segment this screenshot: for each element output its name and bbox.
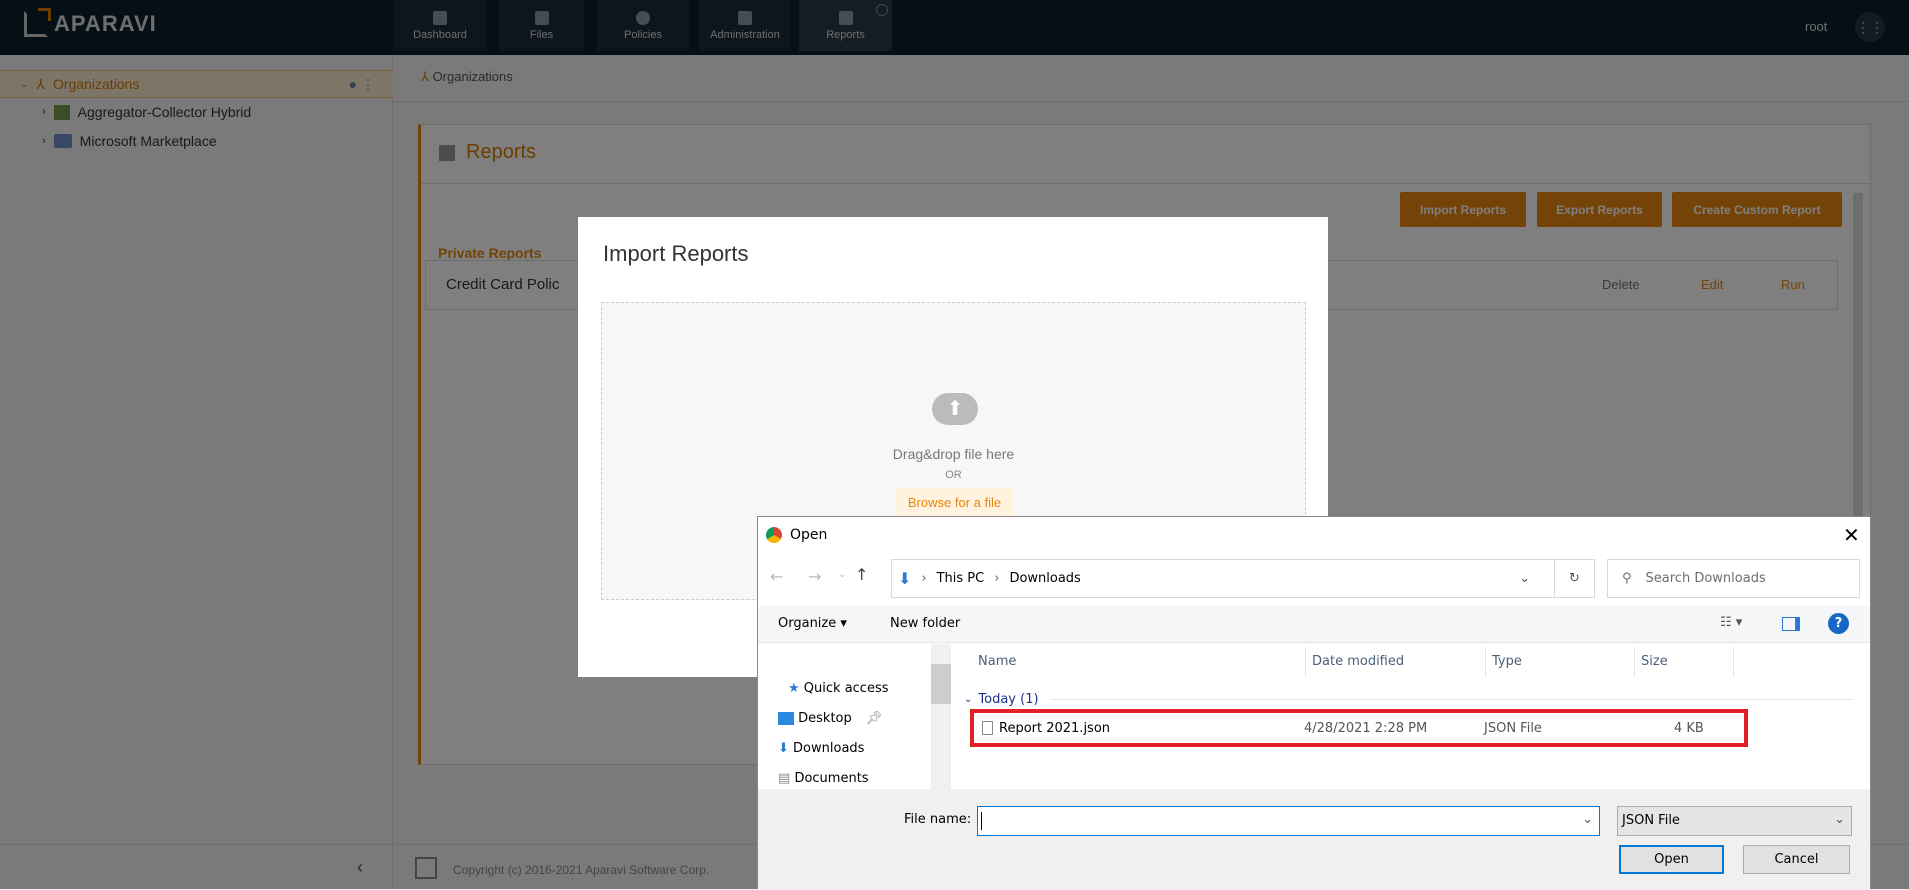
star-icon: ★	[788, 681, 800, 696]
nav-label: Downloads	[793, 741, 865, 756]
refresh-icon[interactable]: ↻	[1554, 560, 1594, 597]
dialog-toolbar: Organize ▾ New folder ☷ ▾ ?	[758, 606, 1870, 643]
group-label: Today (1)	[978, 692, 1039, 707]
chevron-down-icon[interactable]: ⌄	[1519, 571, 1530, 586]
path-segment[interactable]: Downloads	[1009, 571, 1080, 586]
file-name-input[interactable]: ⌄	[977, 806, 1600, 836]
preview-pane-icon[interactable]	[1782, 617, 1800, 631]
pin-icon: 📌︎	[865, 711, 883, 726]
nav-desktop[interactable]: Desktop 📌︎	[778, 711, 882, 726]
column-size[interactable]: Size	[1634, 647, 1734, 677]
column-name[interactable]: Name	[978, 654, 1016, 669]
chevron-down-icon[interactable]: ⌄	[1582, 812, 1593, 827]
search-icon: ⚲	[1622, 571, 1632, 586]
file-row[interactable]: Report 2021.json 4/28/2021 2:28 PM JSON …	[970, 709, 1748, 747]
recent-chevron-icon[interactable]: ⌄	[838, 569, 846, 580]
nav-label: Documents	[794, 771, 869, 786]
organize-label: Organize	[778, 616, 837, 631]
modal-title: Import Reports	[603, 241, 749, 266]
nav-downloads[interactable]: ⬇ Downloads	[778, 741, 864, 756]
back-arrow-icon[interactable]: ←	[770, 567, 783, 586]
forward-arrow-icon[interactable]: →	[808, 567, 821, 586]
cancel-button[interactable]: Cancel	[1743, 845, 1850, 874]
downloads-icon: ⬇	[778, 741, 789, 756]
up-arrow-icon[interactable]: ↑	[855, 565, 868, 584]
new-folder-button[interactable]: New folder	[890, 616, 960, 631]
nav-label: Desktop	[798, 711, 852, 726]
file-name-label: File name:	[904, 812, 972, 827]
desktop-icon	[778, 712, 794, 725]
chrome-icon	[766, 527, 782, 543]
or-text: OR	[945, 469, 962, 481]
dialog-title: Open	[790, 527, 828, 543]
nav-quick-access[interactable]: ★ Quick access	[788, 681, 889, 696]
navigation-pane: ★ Quick access Desktop 📌︎ ⬇ Downloads ▤ D…	[758, 644, 951, 789]
column-date-modified[interactable]: Date modified	[1305, 647, 1404, 677]
path-segment[interactable]: This PC	[937, 571, 985, 586]
help-icon[interactable]: ?	[1828, 613, 1849, 634]
organize-button[interactable]: Organize ▾	[778, 616, 847, 631]
view-options-icon[interactable]: ☷ ▾	[1720, 615, 1742, 630]
nav-label: Quick access	[803, 681, 889, 696]
chevron-down-icon: ⌄	[1834, 812, 1845, 827]
close-icon[interactable]: ✕	[1843, 523, 1860, 547]
file-type-select[interactable]: JSON File ⌄	[1617, 806, 1852, 836]
open-file-dialog: Open ✕ ← → ⌄ ↑ ⬇ › This PC › Downloads ⌄ ↻…	[757, 516, 1871, 890]
downloads-icon: ⬇	[898, 569, 912, 588]
cloud-upload-icon: ⬆	[932, 393, 978, 425]
dialog-footer: File name: ⌄ JSON File ⌄ Open Cancel	[758, 789, 1870, 890]
file-type-value: JSON File	[1622, 813, 1680, 828]
open-button[interactable]: Open	[1619, 845, 1724, 874]
file-type: JSON File	[1484, 721, 1542, 736]
file-size: 4 KB	[1674, 721, 1704, 736]
nav-scrollbar[interactable]	[931, 644, 951, 789]
file-date: 4/28/2021 2:28 PM	[1304, 721, 1428, 736]
search-placeholder: Search Downloads	[1645, 571, 1766, 586]
group-header[interactable]: ⌄ Today (1)	[964, 692, 1854, 707]
search-input[interactable]: ⚲ Search Downloads	[1607, 559, 1860, 598]
browse-file-button[interactable]: Browse for a file	[896, 488, 1013, 517]
address-bar[interactable]: ⬇ › This PC › Downloads ⌄ ↻	[891, 559, 1595, 598]
column-type[interactable]: Type	[1485, 647, 1522, 677]
drag-drop-text: Drag&drop file here	[892, 446, 1015, 462]
nav-documents[interactable]: ▤ Documents	[778, 771, 869, 786]
file-icon	[982, 721, 993, 735]
file-name: Report 2021.json	[999, 721, 1111, 736]
documents-icon: ▤	[778, 771, 791, 786]
